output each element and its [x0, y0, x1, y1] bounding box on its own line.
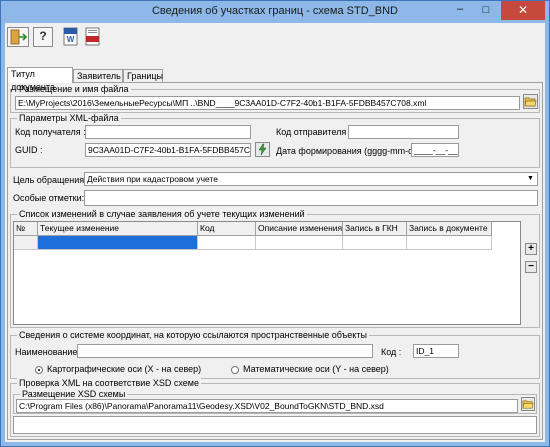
coords-name-field[interactable]: [77, 344, 373, 358]
xsd-location-title: Размещение XSD схемы: [20, 389, 128, 399]
minimize-button[interactable]: –: [447, 2, 473, 20]
help-icon: ?: [39, 29, 47, 43]
purpose-value: Действия при кадастровом учете: [87, 174, 218, 184]
svg-text:W: W: [67, 35, 75, 44]
title-bar: Сведения об участках границ - схема STD_…: [1, 1, 549, 23]
tab-applicant[interactable]: Заявитель: [73, 69, 123, 83]
open-folder-icon: [522, 400, 534, 409]
generate-guid-button[interactable]: [255, 142, 270, 157]
xsd-title: Проверка XML на соответствие XSD схеме: [17, 378, 201, 388]
coords-name-label: Наименование:: [15, 347, 80, 357]
lightning-icon: [258, 143, 267, 156]
radio-mathematical[interactable]: [231, 366, 239, 374]
radio-cartographic[interactable]: [35, 366, 43, 374]
chevron-down-icon[interactable]: ▼: [525, 173, 536, 185]
pdf-export-icon: [85, 27, 100, 46]
add-row-button[interactable]: +: [525, 243, 537, 255]
maximize-button[interactable]: □: [473, 2, 499, 20]
exit-icon: [10, 29, 28, 45]
coords-group: Сведения о системе координат, на которую…: [10, 330, 540, 379]
open-folder-icon: [524, 97, 537, 107]
tab-page-document-title: Размещение и имя файла E:\MyProjects\201…: [7, 82, 543, 440]
table-cell[interactable]: [407, 236, 492, 250]
client-area: ? W Титул документа Заявитель Границы Ра…: [5, 23, 545, 442]
tab-boundaries[interactable]: Границы: [123, 69, 163, 83]
date-label: Дата формирования (gggg-mm-dd):: [276, 146, 424, 156]
receiver-code-field[interactable]: [85, 125, 251, 139]
application-window: Сведения об участках границ - схема STD_…: [0, 0, 550, 447]
coords-code-label: Код :: [381, 347, 402, 357]
purpose-select[interactable]: Действия при кадастровом учете ▼: [84, 172, 538, 186]
guid-label: GUID :: [15, 145, 43, 155]
notes-field[interactable]: [84, 190, 538, 206]
notes-label: Особые отметки:: [13, 193, 85, 203]
col-header-number[interactable]: №: [14, 222, 38, 236]
pdf-export-button[interactable]: [84, 27, 102, 47]
col-header-description[interactable]: Описание изменения: [256, 222, 343, 236]
xsd-group: Проверка XML на соответствие XSD схеме Р…: [10, 378, 540, 437]
help-button[interactable]: ?: [33, 27, 53, 47]
coords-code-field[interactable]: ID_1: [413, 344, 459, 358]
coords-title: Сведения о системе координат, на которую…: [17, 330, 369, 340]
exit-button[interactable]: [7, 27, 29, 47]
browse-xsd-button[interactable]: [521, 397, 535, 411]
col-header-current-change[interactable]: Текущее изменение: [38, 222, 198, 236]
date-field[interactable]: ____-__-__: [411, 143, 459, 157]
xml-params-group: Параметры XML-файла Код получателя : Код…: [10, 113, 540, 168]
col-header-doc-record[interactable]: Запись в документе: [407, 222, 492, 236]
changes-table[interactable]: № Текущее изменение Код Описание изменен…: [13, 221, 521, 325]
xsd-validation-log[interactable]: [13, 416, 537, 434]
xsd-location-group: Размещение XSD схемы C:\Program Files (x…: [13, 389, 537, 414]
close-button[interactable]: ✕: [501, 1, 545, 20]
sender-code-label: Код отправителя :: [276, 127, 352, 137]
sender-code-field[interactable]: [348, 125, 459, 139]
selected-cell[interactable]: [38, 236, 198, 250]
row-indicator[interactable]: [14, 236, 38, 250]
changes-group: Список изменений в случае заявления об у…: [10, 209, 540, 328]
table-cell[interactable]: [343, 236, 407, 250]
word-export-icon: W: [63, 27, 78, 46]
receiver-code-label: Код получателя :: [15, 127, 86, 137]
purpose-label: Цель обращения:: [13, 175, 87, 185]
xml-params-title: Параметры XML-файла: [17, 113, 121, 123]
browse-xml-button[interactable]: [523, 94, 538, 109]
xml-file-path-field[interactable]: E:\MyProjects\2016\ЗемельныеРесурсы\МП .…: [15, 96, 520, 110]
table-cell[interactable]: [256, 236, 343, 250]
table-cell[interactable]: [198, 236, 256, 250]
word-export-button[interactable]: W: [62, 27, 80, 47]
radio-cartographic-label[interactable]: Картографические оси (X - на север): [47, 364, 201, 374]
guid-field[interactable]: 9C3AA01D-C7F2-40b1-B1FA-5FDBB457C708: [85, 143, 251, 157]
xsd-path-field[interactable]: C:\Program Files (x86)\Panorama\Panorama…: [16, 399, 518, 413]
col-header-gkn-record[interactable]: Запись в ГКН: [343, 222, 407, 236]
changes-title: Список изменений в случае заявления об у…: [17, 209, 307, 219]
file-group: Размещение и имя файла E:\MyProjects\201…: [10, 84, 540, 113]
col-header-code[interactable]: Код: [198, 222, 256, 236]
remove-row-button[interactable]: −: [525, 261, 537, 273]
radio-mathematical-label[interactable]: Математические оси (Y - на север): [243, 364, 389, 374]
tab-document-title[interactable]: Титул документа: [7, 67, 73, 92]
